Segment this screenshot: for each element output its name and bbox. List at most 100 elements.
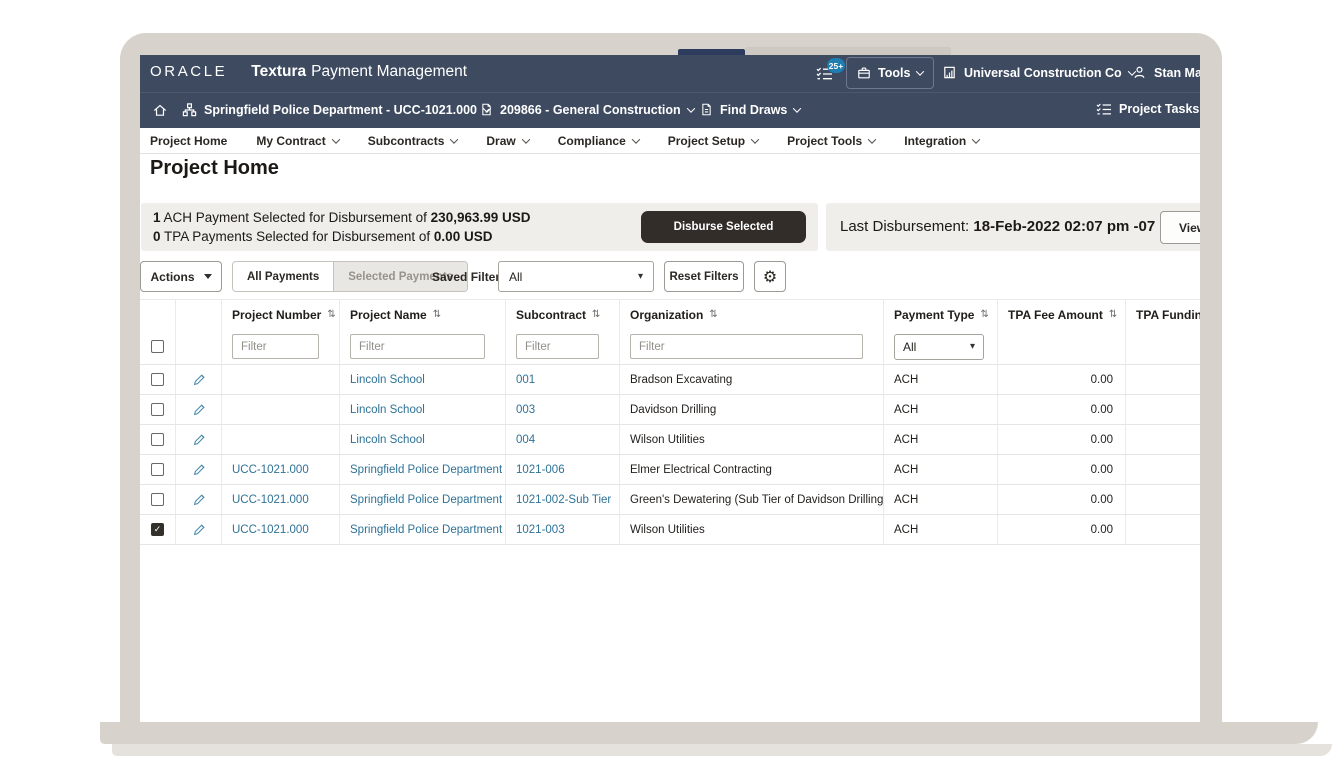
subcontract-link[interactable]: 001 — [506, 365, 620, 394]
chevron-down-icon — [868, 135, 876, 143]
company-switcher[interactable]: Universal Construction Co — [942, 65, 1135, 80]
select-all-checkbox[interactable] — [151, 340, 164, 353]
tpa-fee-cell: 0.00 — [998, 485, 1126, 514]
organization-cell: Wilson Utilities — [620, 425, 884, 454]
edit-pencil-icon[interactable] — [192, 403, 206, 417]
document-edit-icon — [480, 102, 493, 117]
project-name-link[interactable]: Springfield Police Department — [340, 485, 506, 514]
briefcase-icon — [857, 66, 871, 80]
nav-subcontracts[interactable]: Subcontracts — [368, 134, 458, 148]
subcontract-link[interactable]: 1021-002-Sub Tier — [506, 485, 620, 514]
tasks-count-badge: 25+ — [827, 58, 845, 73]
nav-compliance[interactable]: Compliance — [558, 134, 639, 148]
row-checkbox[interactable] — [151, 403, 164, 416]
subcontract-link[interactable]: 1021-003 — [506, 515, 620, 544]
brand: ORACLE Textura Payment Management — [150, 63, 467, 81]
chevron-down-icon — [686, 104, 694, 112]
all-payments-tab[interactable]: All Payments — [233, 262, 334, 291]
actions-button[interactable]: Actions — [140, 261, 222, 292]
chevron-down-icon — [450, 135, 458, 143]
chevron-down-icon — [916, 67, 924, 75]
sort-icon: ⇅ — [327, 309, 335, 320]
filter-project-name[interactable] — [350, 334, 485, 359]
project-number-link[interactable] — [222, 425, 340, 454]
header-brand-row: ORACLE Textura Payment Management 25+ To… — [140, 55, 1200, 92]
col-tpa-fee-amount[interactable]: TPA Fee Amount⇅ — [1008, 308, 1117, 322]
product-name: Payment Management — [311, 63, 467, 81]
project-tasks-button[interactable]: Project Tasks — [1096, 102, 1199, 116]
filter-organization[interactable] — [630, 334, 863, 359]
row-checkbox[interactable] — [151, 493, 164, 506]
organization-cell: Davidson Drilling — [620, 395, 884, 424]
user-menu[interactable]: Stan Mart — [1132, 65, 1200, 80]
home-icon[interactable] — [152, 103, 168, 118]
table-row: Lincoln School 004 Wilson Utilities ACH … — [140, 425, 1200, 455]
col-payment-type[interactable]: Payment Type⇅ — [894, 308, 989, 322]
edit-pencil-icon[interactable] — [192, 523, 206, 537]
subcontract-link[interactable]: 003 — [506, 395, 620, 424]
filter-subcontract[interactable] — [516, 334, 599, 359]
last-disbursement: Last Disbursement: 18-Feb-2022 02:07 pm … — [840, 218, 1155, 235]
project-number-link[interactable]: UCC-1021.000 — [222, 485, 340, 514]
nav-project-setup[interactable]: Project Setup — [668, 134, 758, 148]
nav-project-home[interactable]: Project Home — [150, 134, 227, 148]
row-checkbox[interactable] — [151, 373, 164, 386]
tpa-fee-cell: 0.00 — [998, 515, 1126, 544]
edit-pencil-icon[interactable] — [192, 493, 206, 507]
table-row: Lincoln School 001 Bradson Excavating AC… — [140, 365, 1200, 395]
col-project-number[interactable]: Project Number⇅ — [232, 308, 336, 322]
person-icon — [1132, 65, 1147, 80]
contract-context-switcher[interactable]: 209866 - General Construction — [480, 102, 694, 117]
col-project-name[interactable]: Project Name⇅ — [350, 308, 441, 322]
row-checkbox[interactable] — [151, 433, 164, 446]
gear-icon[interactable]: ⚙ — [754, 261, 786, 292]
edit-pencil-icon[interactable] — [192, 463, 206, 477]
project-number-link[interactable]: UCC-1021.000 — [222, 515, 340, 544]
project-number-link[interactable] — [222, 365, 340, 394]
col-organization[interactable]: Organization⇅ — [630, 308, 718, 322]
project-name-link[interactable]: Springfield Police Department — [340, 515, 506, 544]
nav-my-contract[interactable]: My Contract — [256, 134, 338, 148]
caret-down-icon: ▾ — [638, 271, 643, 282]
nav-integration[interactable]: Integration — [904, 134, 979, 148]
edit-pencil-icon[interactable] — [192, 433, 206, 447]
view-payments-button[interactable]: View P — [1160, 211, 1200, 244]
disburse-selected-button[interactable]: Disburse Selected — [641, 211, 806, 243]
col-tpa-funding[interactable]: TPA Funding — [1136, 308, 1200, 322]
page-title: Project Home — [150, 157, 279, 180]
app-header: ORACLE Textura Payment Management 25+ To… — [140, 55, 1200, 128]
subcontract-link[interactable]: 1021-006 — [506, 455, 620, 484]
table-row: Lincoln School 003 Davidson Drilling ACH… — [140, 395, 1200, 425]
ach-count: 1 — [153, 210, 161, 225]
saved-filters-select[interactable]: All ▾ — [498, 261, 654, 292]
tools-button[interactable]: Tools — [846, 57, 934, 89]
caret-down-icon — [204, 274, 212, 279]
project-number-link[interactable] — [222, 395, 340, 424]
payments-table: Project Number⇅ Project Name⇅ Subcontrac… — [140, 299, 1200, 545]
filter-payment-type[interactable]: All▾ — [894, 334, 984, 360]
row-checkbox[interactable] — [151, 523, 164, 536]
edit-pencil-icon[interactable] — [192, 373, 206, 387]
project-number-link[interactable]: UCC-1021.000 — [222, 455, 340, 484]
document-icon — [700, 102, 713, 117]
chevron-down-icon — [331, 135, 339, 143]
project-name-link[interactable]: Lincoln School — [340, 425, 506, 454]
project-name-link[interactable]: Lincoln School — [340, 365, 506, 394]
project-name-link[interactable]: Springfield Police Department — [340, 455, 506, 484]
main-nav: Project Home My Contract Subcontracts Dr… — [140, 128, 1200, 154]
nav-project-tools[interactable]: Project Tools — [787, 134, 875, 148]
row-checkbox[interactable] — [151, 463, 164, 476]
laptop-shadow — [112, 744, 1332, 756]
find-draws-label: Find Draws — [720, 103, 787, 117]
product-name-bold: Textura — [251, 63, 306, 81]
project-context-switcher[interactable]: Springfield Police Department - UCC-1021… — [182, 102, 490, 118]
find-draws-menu[interactable]: Find Draws — [700, 102, 800, 117]
col-subcontract[interactable]: Subcontract⇅ — [516, 308, 600, 322]
subcontract-link[interactable]: 004 — [506, 425, 620, 454]
nav-draw[interactable]: Draw — [486, 134, 528, 148]
reset-filters-button[interactable]: Reset Filters — [664, 261, 744, 292]
project-name-link[interactable]: Lincoln School — [340, 395, 506, 424]
filter-project-number[interactable] — [232, 334, 319, 359]
payment-type-cell: ACH — [884, 395, 998, 424]
tpa-fee-cell: 0.00 — [998, 395, 1126, 424]
